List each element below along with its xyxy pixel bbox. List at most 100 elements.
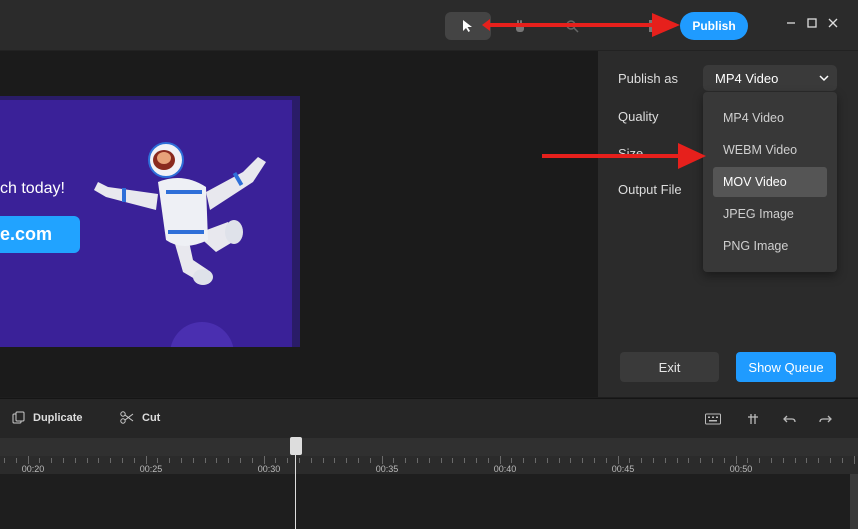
ruler-tick	[664, 458, 666, 463]
pointer-icon	[463, 20, 472, 32]
ruler-tick	[358, 458, 359, 463]
ruler-tick	[228, 458, 230, 463]
duplicate-label: Duplicate	[33, 411, 83, 424]
ruler-tick	[251, 458, 253, 463]
ruler-tick	[830, 458, 831, 463]
scissors-icon	[120, 411, 134, 424]
ruler-tick	[39, 458, 41, 463]
ruler-tick	[216, 458, 218, 463]
ruler-tick	[582, 458, 584, 463]
ruler-tick	[204, 458, 206, 463]
ruler-tick	[181, 458, 182, 463]
ruler-tick	[794, 458, 796, 463]
duplicate-icon	[12, 411, 25, 424]
ruler-tick	[546, 458, 548, 463]
redo-icon[interactable]	[817, 411, 833, 427]
ruler-tick	[63, 458, 64, 463]
tick-label: 00:50	[729, 464, 753, 474]
keyboard-icon[interactable]	[705, 411, 721, 427]
ruler-tick	[523, 458, 525, 463]
ruler-tick	[735, 456, 737, 464]
publish-button[interactable]: Publish	[680, 12, 748, 40]
ruler-tick	[723, 458, 725, 463]
timeline-tracks[interactable]	[0, 474, 858, 529]
ruler-tick	[4, 458, 5, 463]
ruler-tick	[299, 458, 300, 463]
undo-icon[interactable]	[781, 411, 797, 427]
cut-button[interactable]: Cut	[120, 411, 160, 424]
ruler-tick	[51, 458, 53, 463]
ruler-tick	[676, 458, 678, 463]
ruler-tick	[86, 458, 88, 463]
ruler-tick	[570, 458, 572, 463]
timeline-toolbar: Duplicate Cut	[0, 398, 858, 439]
show-queue-button[interactable]: Show Queue	[736, 352, 836, 382]
tick-label: 00:35	[375, 464, 399, 474]
option-mov-video[interactable]: MOV Video	[713, 167, 827, 197]
output-file-label: Output File	[618, 182, 682, 197]
timeline-ruler[interactable]: 00:20 00:25 00:30 00:35 00:40 00:45 00:5…	[0, 438, 858, 474]
ruler-tick	[334, 458, 336, 463]
playhead-handle[interactable]	[290, 437, 302, 455]
top-toolbar: Publish	[0, 0, 858, 51]
ruler-tick	[287, 458, 289, 463]
ruler-tick	[688, 458, 690, 463]
duplicate-button[interactable]: Duplicate	[12, 411, 83, 424]
split-icon[interactable]	[745, 411, 761, 427]
slide-cta-button: e.com	[0, 216, 80, 253]
ruler-tick	[629, 458, 631, 463]
ruler-tick	[487, 458, 489, 463]
ruler-tick	[275, 458, 277, 463]
ruler-tick	[133, 458, 135, 463]
option-png-image[interactable]: PNG Image	[713, 231, 827, 261]
chevron-down-icon	[819, 75, 829, 82]
decorative-circle	[170, 322, 234, 347]
ruler-tick	[145, 456, 147, 464]
ruler-tick	[841, 458, 843, 463]
ruler-tick	[558, 458, 560, 463]
ruler-tick	[594, 458, 595, 463]
ruler-tick	[511, 458, 513, 463]
ruler-tick	[27, 456, 29, 464]
ruler-tick	[169, 458, 171, 463]
ruler-tick	[15, 458, 17, 463]
cut-label: Cut	[142, 411, 161, 424]
option-webm-video[interactable]: WEBM Video	[713, 135, 827, 165]
option-jpeg-image[interactable]: JPEG Image	[713, 199, 827, 229]
ruler-tick	[428, 458, 430, 463]
maximize-icon[interactable]	[805, 16, 819, 30]
exit-button[interactable]: Exit	[620, 352, 719, 382]
close-icon[interactable]	[826, 16, 840, 30]
ruler-tick	[381, 456, 383, 464]
slide-cta-text: e.com	[0, 224, 53, 244]
ruler-tick	[653, 458, 654, 463]
option-mp4-video[interactable]: MP4 Video	[713, 103, 827, 133]
ruler-tick	[806, 458, 808, 463]
astronaut-illustration	[94, 142, 266, 285]
timeline-scrollbar[interactable]	[850, 474, 858, 529]
ruler-tick	[393, 458, 395, 463]
quality-label: Quality	[618, 109, 659, 124]
ruler-tick	[499, 456, 501, 464]
ruler-tick	[700, 458, 702, 463]
ruler-tick	[405, 458, 407, 463]
ruler-tick	[122, 458, 123, 463]
ruler-tick	[464, 458, 466, 463]
ruler-tick	[747, 458, 749, 463]
publish-as-select[interactable]: MP4 Video	[703, 65, 837, 91]
slide-headline: ch today!	[0, 180, 65, 197]
ruler-tick	[818, 458, 820, 463]
ruler-tick	[98, 458, 100, 463]
publish-as-value: MP4 Video	[715, 70, 779, 86]
ruler-tick	[771, 458, 772, 463]
ruler-tick	[240, 458, 241, 463]
ruler-tick	[346, 458, 348, 463]
ruler-tick	[192, 458, 194, 463]
ruler-tick	[310, 458, 312, 463]
ruler-tick	[712, 458, 713, 463]
tick-label: 00:45	[611, 464, 635, 474]
ruler-tick	[440, 458, 442, 463]
ruler-scrub-bar[interactable]	[0, 438, 858, 456]
minimize-icon[interactable]	[784, 16, 798, 30]
ruler-tick	[263, 456, 265, 464]
